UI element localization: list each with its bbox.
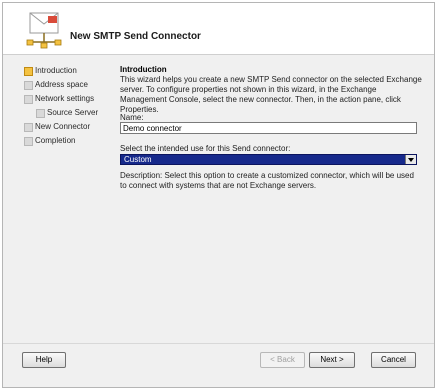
step-pending-icon — [36, 109, 45, 118]
connector-envelope-icon — [26, 12, 62, 49]
step-label: Network settings — [35, 94, 95, 103]
step-active-icon — [24, 67, 33, 76]
next-button[interactable]: Next > — [309, 352, 355, 368]
step-label: Address space — [35, 80, 88, 89]
cancel-button[interactable]: Cancel — [371, 352, 416, 368]
back-button[interactable]: < Back — [260, 352, 305, 368]
step-label: Introduction — [35, 66, 77, 75]
intro-text: This wizard helps you create a new SMTP … — [120, 75, 422, 114]
chevron-down-icon[interactable] — [405, 155, 416, 164]
wizard-title: New SMTP Send Connector — [70, 31, 201, 42]
name-input[interactable] — [120, 122, 417, 134]
name-label: Name: — [120, 113, 144, 122]
step-pending-icon — [24, 95, 33, 104]
intended-use-select[interactable]: Custom — [120, 154, 417, 165]
step-pending-icon — [24, 123, 33, 132]
step-pending-icon — [24, 81, 33, 90]
step-label: New Connector — [35, 122, 91, 131]
help-button[interactable]: Help — [22, 352, 66, 368]
wizard-steps: Introduction Address space Network setti… — [3, 55, 116, 341]
use-label: Select the intended use for this Send co… — [120, 144, 291, 153]
step-label: Source Server — [47, 108, 99, 117]
section-title: Introduction — [120, 65, 167, 74]
step-label: Completion — [35, 136, 76, 145]
wizard-header: New SMTP Send Connector — [3, 3, 434, 55]
intended-use-value: Custom — [124, 155, 152, 164]
step-pending-icon — [24, 137, 33, 146]
wizard-content: Introduction This wizard helps you creat… — [120, 55, 432, 341]
wizard-window: New SMTP Send Connector Introduction Add… — [2, 2, 435, 388]
footer-divider — [3, 343, 434, 344]
description-text: Description: Select this option to creat… — [120, 171, 414, 190]
